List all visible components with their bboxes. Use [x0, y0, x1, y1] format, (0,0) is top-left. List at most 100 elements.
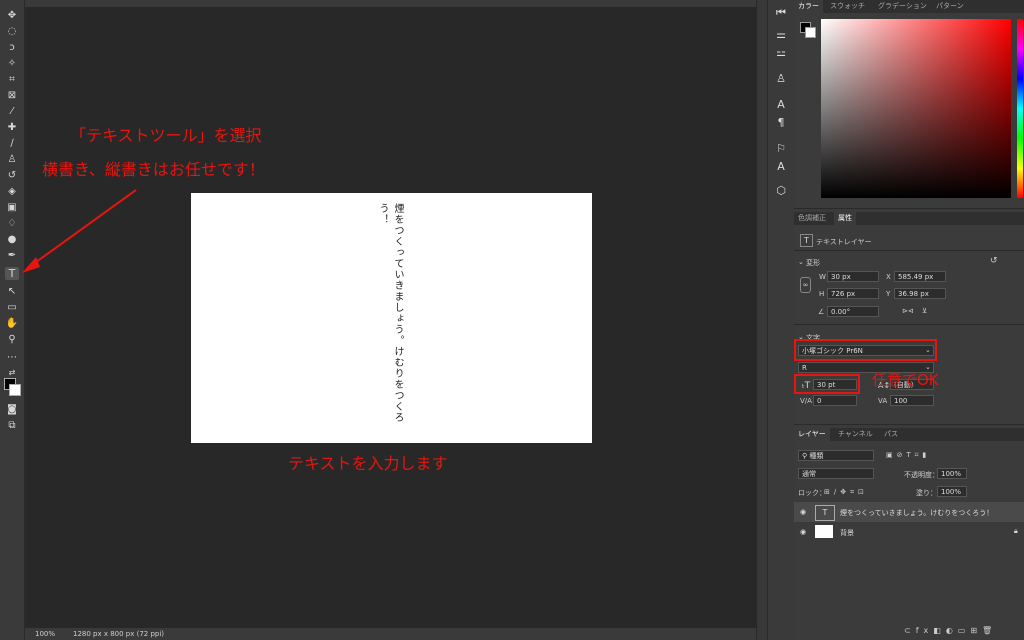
- annotation-direction: 横書き、縦書きはお任せです！: [42, 160, 265, 179]
- tools-panel: ✥ ◌ ↄ ✧ ⌗ ⊠ ⁄ ✚ ∕ ♙ ↺ ◈ ▣ ♢ ● ✒ T ↖ ▭ ✋ …: [0, 0, 25, 640]
- history-brush-tool-icon[interactable]: ↺: [5, 169, 19, 182]
- text-layer-thumbnail-icon: T: [815, 505, 835, 521]
- link-dimensions-icon[interactable]: ∞: [800, 277, 811, 293]
- font-family-highlight: [794, 339, 937, 361]
- x-field[interactable]: 585.49 px: [894, 271, 946, 282]
- zoom-tool-icon[interactable]: ⚲: [5, 333, 19, 346]
- dock-paragraph-icon[interactable]: ¶: [773, 116, 789, 130]
- x-label: X: [886, 273, 891, 281]
- document-canvas[interactable]: 煙をつくっていきましょう。けむりをつくろう！: [191, 193, 592, 443]
- flip-vertical-icon[interactable]: ⊻: [922, 307, 927, 315]
- document-tab-bar: [25, 0, 756, 7]
- tab-color[interactable]: カラー: [794, 0, 823, 13]
- lock-icons[interactable]: ⊞∕✥⌗⊡: [824, 488, 868, 497]
- status-bar: 100% 1280 px x 800 px (72 ppi): [25, 628, 756, 640]
- reset-transform-icon[interactable]: ↺: [990, 256, 998, 266]
- opacity-label: 不透明度：: [904, 471, 939, 479]
- screen-mode-icon[interactable]: ⧉: [5, 419, 19, 432]
- y-field[interactable]: 36.98 px: [894, 288, 946, 299]
- dock-properties-icon[interactable]: ⚍: [773, 46, 789, 60]
- opacity-field[interactable]: 100%: [937, 468, 967, 479]
- hue-slider[interactable]: [1017, 19, 1023, 198]
- width-field[interactable]: 30 px: [827, 271, 879, 282]
- dock-3d-icon[interactable]: ⬡: [773, 184, 789, 198]
- tracking-icon: VA: [878, 397, 888, 405]
- lasso-tool-icon[interactable]: ↄ: [5, 41, 19, 54]
- tab-swatches[interactable]: スウォッチ: [826, 0, 869, 13]
- flip-horizontal-icon[interactable]: ⊳⊲: [902, 307, 914, 315]
- transform-section-chevron-icon[interactable]: ⌄: [798, 258, 804, 266]
- text-layer-icon: T: [800, 234, 813, 247]
- y-label: Y: [886, 290, 891, 298]
- kerning-icon: V/A: [800, 397, 812, 405]
- marquee-tool-icon[interactable]: ◌: [5, 25, 19, 38]
- quick-mask-icon[interactable]: ◙: [5, 403, 19, 416]
- layers-panel-tabs: レイヤー チャンネル パス: [794, 428, 1024, 441]
- panel-background-swatch[interactable]: [805, 27, 816, 38]
- angle-field[interactable]: 0.00°: [827, 306, 879, 317]
- eyedropper-tool-icon[interactable]: ⁄: [5, 105, 19, 118]
- layer-name: 煙をつくっていきましょう。けむりをつくろう！: [840, 509, 994, 517]
- tab-patterns[interactable]: パターン: [932, 0, 968, 13]
- rectangle-tool-icon[interactable]: ▭: [5, 301, 19, 314]
- document-info[interactable]: 1280 px x 800 px (72 ppi): [73, 630, 164, 638]
- tracking-field[interactable]: 0: [813, 395, 857, 406]
- tab-layers[interactable]: レイヤー: [794, 428, 830, 441]
- move-tool-icon[interactable]: ✥: [5, 9, 19, 22]
- dock-adjust-icon[interactable]: ⚌: [773, 28, 789, 42]
- frame-tool-icon[interactable]: ⊠: [5, 89, 19, 102]
- visibility-eye-icon[interactable]: ◉: [800, 508, 806, 516]
- tab-adjustments[interactable]: 色調補正: [794, 212, 830, 225]
- transform-header: 変形: [806, 259, 820, 267]
- layer-name: 背景: [840, 529, 854, 537]
- dock-char-style-icon[interactable]: A: [773, 160, 789, 174]
- vertical-text-layer[interactable]: 煙をつくっていきましょう。けむりをつくろう！: [375, 203, 405, 443]
- tab-paths[interactable]: パス: [880, 428, 902, 441]
- dock-clone-source-icon[interactable]: ♙: [773, 72, 789, 86]
- path-selection-tool-icon[interactable]: ↖: [5, 285, 19, 298]
- layer-filter-select[interactable]: ⚲ 種類: [798, 450, 874, 461]
- visibility-eye-icon[interactable]: ◉: [800, 528, 806, 536]
- dock-glyphs-icon[interactable]: ⚐: [773, 142, 789, 156]
- hand-tool-icon[interactable]: ✋: [5, 317, 19, 330]
- dock-character-icon[interactable]: A: [773, 98, 789, 112]
- scale-field[interactable]: 100: [890, 395, 934, 406]
- brush-tool-icon[interactable]: ∕: [5, 137, 19, 150]
- color-picker-field[interactable]: [821, 19, 1011, 198]
- tab-properties[interactable]: 属性: [834, 212, 856, 225]
- height-field[interactable]: 726 px: [827, 288, 879, 299]
- fill-field[interactable]: 100%: [937, 486, 967, 497]
- dodge-tool-icon[interactable]: ●: [5, 233, 19, 246]
- layers-footer-icons[interactable]: ⊂fx◧◐▭⊞🗑︎: [904, 626, 997, 635]
- layer-row-background[interactable]: ◉ 背景 🔒︎: [794, 522, 1024, 542]
- annotation-any-ok: 任意でOK: [872, 371, 939, 389]
- gradient-tool-icon[interactable]: ▣: [5, 201, 19, 214]
- tab-channels[interactable]: チャンネル: [834, 428, 877, 441]
- more-tools-icon[interactable]: ⋯: [5, 351, 19, 364]
- healing-brush-tool-icon[interactable]: ✚: [5, 121, 19, 134]
- magic-wand-tool-icon[interactable]: ✧: [5, 57, 19, 70]
- stamp-tool-icon[interactable]: ♙: [5, 153, 19, 166]
- color-panel-tabs: カラー スウォッチ グラデーション パターン: [794, 0, 1024, 13]
- blend-mode-select[interactable]: 通常: [798, 468, 874, 479]
- properties-panel-tabs: 色調補正 属性: [794, 212, 1024, 225]
- blur-tool-icon[interactable]: ♢: [5, 217, 19, 230]
- pen-tool-icon[interactable]: ✒: [5, 249, 19, 262]
- eraser-tool-icon[interactable]: ◈: [5, 185, 19, 198]
- layer-row-text[interactable]: ◉ T 煙をつくっていきましょう。けむりをつくろう！: [794, 502, 1024, 522]
- lock-label: ロック：: [798, 489, 826, 497]
- fill-label: 塗り：: [916, 489, 937, 497]
- height-label: H: [819, 290, 825, 298]
- zoom-level[interactable]: 100%: [35, 630, 55, 638]
- annotation-input-text: テキストを入力します: [288, 454, 448, 473]
- background-layer-thumbnail: [815, 525, 833, 538]
- dock-history-icon[interactable]: ⏮: [773, 6, 789, 20]
- crop-tool-icon[interactable]: ⌗: [5, 73, 19, 86]
- tab-gradients[interactable]: グラデーション: [874, 0, 931, 13]
- right-panels: カラー スウォッチ グラデーション パターン 色調補正 属性 T テキストレイヤ…: [794, 0, 1024, 640]
- angle-icon: ∠: [818, 308, 825, 316]
- type-tool-icon[interactable]: T: [5, 267, 19, 280]
- layer-filter-icons[interactable]: ▣⊘T⌑▮: [886, 451, 930, 459]
- panel-dock: ⏮ ⚌ ⚍ ♙ A ¶ ⚐ A ⬡: [767, 0, 795, 640]
- background-color-swatch[interactable]: [9, 384, 21, 396]
